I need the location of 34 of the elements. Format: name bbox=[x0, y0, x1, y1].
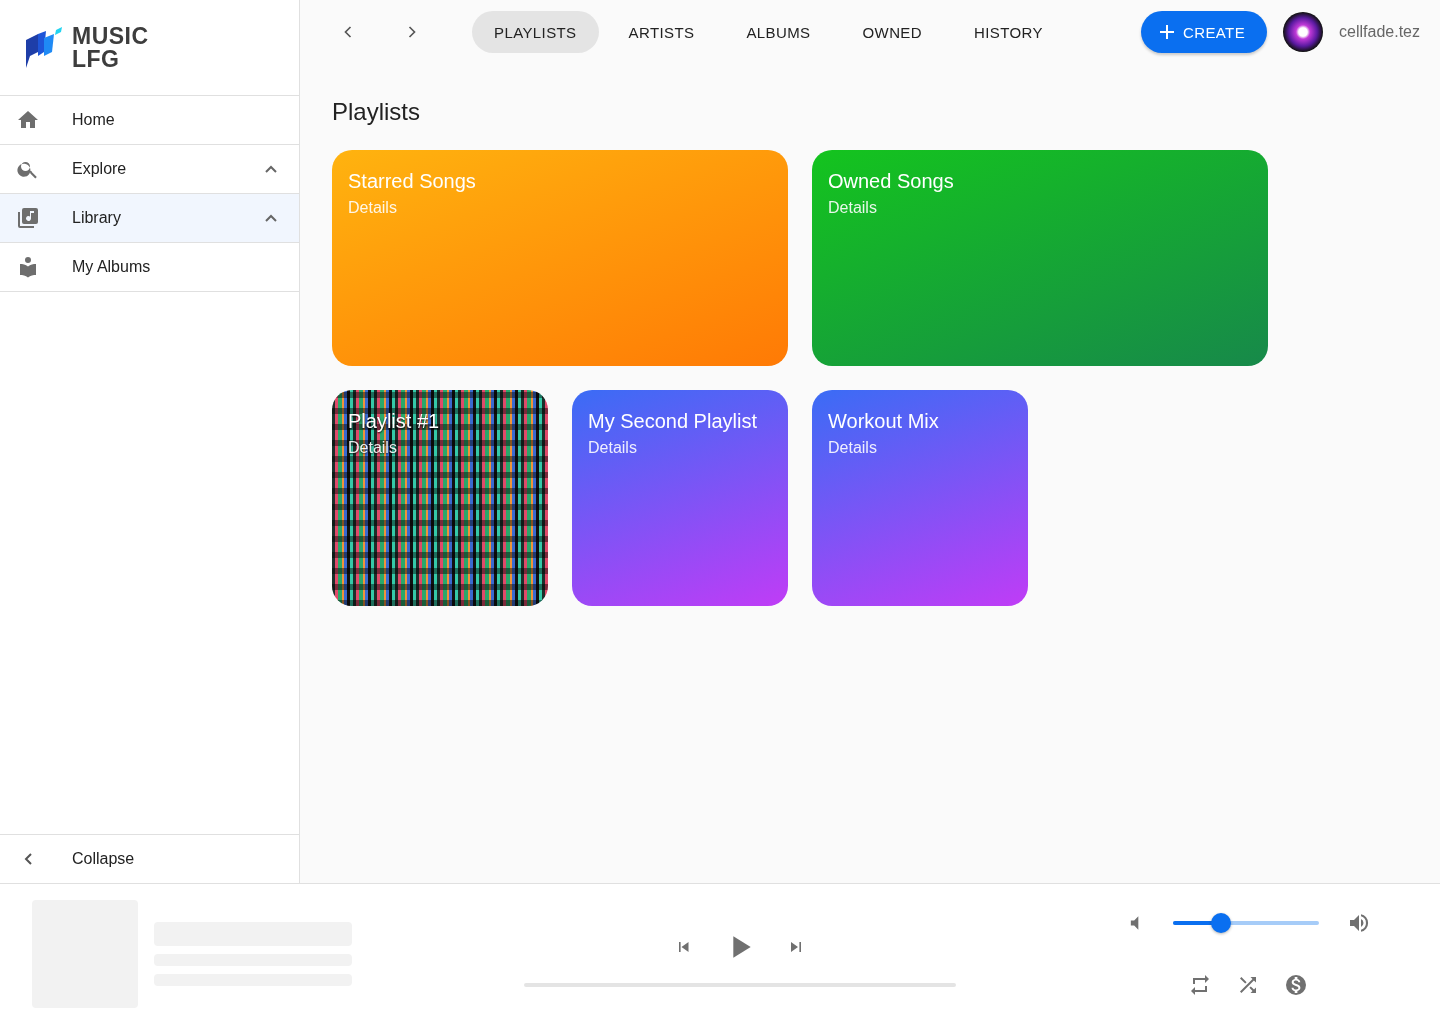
logo-text: MUSIC bbox=[72, 24, 149, 48]
chevron-up-icon bbox=[265, 165, 277, 173]
nav-tab[interactable]: ALBUMS bbox=[724, 11, 833, 53]
playlist-title: Owned Songs bbox=[828, 170, 955, 193]
music-library-icon bbox=[16, 206, 40, 230]
nav-tab[interactable]: HISTORY bbox=[952, 11, 1065, 53]
sidebar-item[interactable]: Library bbox=[0, 194, 299, 243]
username: cellfade.tez bbox=[1339, 23, 1420, 41]
chevron-left-icon bbox=[24, 853, 32, 865]
details-link[interactable]: Details bbox=[828, 439, 1012, 457]
page-title: Playlists bbox=[332, 98, 422, 126]
playlist-title: Playlist #1 bbox=[348, 410, 441, 433]
avatar[interactable] bbox=[1283, 12, 1324, 52]
slider-thumb[interactable] bbox=[1211, 913, 1232, 933]
playlist-title: Workout Mix bbox=[828, 410, 940, 433]
nav-tab[interactable]: ARTISTS bbox=[606, 11, 717, 53]
tip-button[interactable] bbox=[1284, 973, 1308, 997]
details-link[interactable]: Details bbox=[348, 439, 532, 457]
sidebar-item[interactable]: Home bbox=[0, 96, 299, 145]
nav-tab[interactable]: OWNED bbox=[840, 11, 944, 53]
nav-tab[interactable]: PLAYLISTS bbox=[472, 11, 599, 53]
create-button[interactable]: CREATE bbox=[1140, 11, 1268, 53]
details-link[interactable]: Details bbox=[588, 439, 772, 457]
playlist-cover-card[interactable]: Playlist #1 Details bbox=[332, 390, 548, 606]
volume-high-icon bbox=[1347, 911, 1371, 935]
playlist-card[interactable]: My Second Playlist Details bbox=[572, 390, 788, 606]
logo-text: LFG bbox=[72, 47, 121, 71]
plus-icon bbox=[1158, 24, 1175, 40]
playlist-card[interactable]: Workout Mix Details bbox=[812, 390, 1028, 606]
sidebar-item[interactable]: My Albums bbox=[0, 243, 299, 292]
playlist-title: Starred Songs bbox=[348, 170, 477, 193]
dollar-coin-icon bbox=[1284, 973, 1308, 997]
playlist-title: My Second Playlist bbox=[588, 410, 758, 433]
chevron-up-icon bbox=[265, 214, 277, 222]
